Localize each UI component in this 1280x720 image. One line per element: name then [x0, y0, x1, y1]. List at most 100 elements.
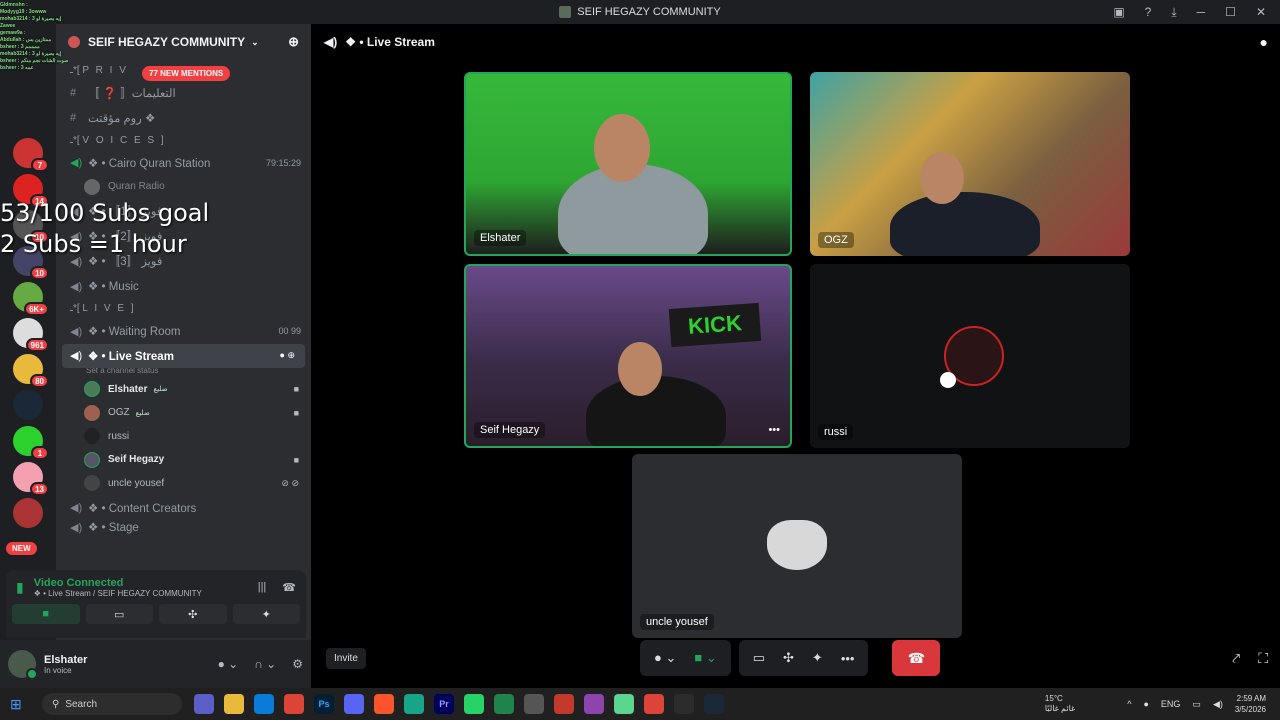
- more-options-icon[interactable]: •••: [768, 424, 780, 436]
- subs-goal-overlay: 53/100 Subs goal 2 Subs =1 hour: [0, 198, 209, 260]
- volume-icon[interactable]: ◀): [1213, 699, 1223, 710]
- steam-icon[interactable]: [704, 694, 724, 714]
- unread-badge: 10: [30, 266, 49, 280]
- voice-status[interactable]: Video Connected: [34, 577, 202, 589]
- inbox-icon[interactable]: ▣: [1113, 5, 1124, 19]
- app-icon[interactable]: [554, 694, 574, 714]
- guild-header[interactable]: SEIF HEGAZY COMMUNITY ⌄ ⊕: [56, 24, 311, 60]
- chat-icon[interactable]: ●: [1260, 34, 1268, 50]
- call-controls: ● ⌄ ■ ⌄ ▭ ✣ ✦ ••• ☎: [640, 640, 941, 676]
- fullscreen-icon[interactable]: ⛶: [1258, 650, 1268, 667]
- channel-music[interactable]: ◀) ❖ • Music: [56, 274, 311, 299]
- maximize-icon[interactable]: ☐: [1225, 5, 1236, 19]
- server-icon[interactable]: 7: [13, 138, 49, 172]
- steam-server-icon[interactable]: [13, 390, 43, 420]
- disconnect-icon[interactable]: ☎: [282, 581, 296, 594]
- language-indicator[interactable]: ENG: [1161, 699, 1181, 709]
- screen-share-button[interactable]: ▭: [85, 604, 153, 624]
- chat-icon[interactable]: ● ⊕: [280, 350, 295, 361]
- soundboard-icon[interactable]: |||: [258, 581, 267, 594]
- premiere-icon[interactable]: Pr: [434, 694, 454, 714]
- add-member-icon[interactable]: ⊕: [288, 34, 299, 50]
- whatsapp-icon[interactable]: [464, 694, 484, 714]
- server-icon[interactable]: 13: [13, 462, 49, 496]
- activities-icon[interactable]: ✣: [783, 650, 794, 666]
- chrome-icon[interactable]: [644, 694, 664, 714]
- minimize-icon[interactable]: ─: [1197, 5, 1206, 19]
- unread-badge: 1: [31, 446, 49, 460]
- video-tile[interactable]: russi: [810, 264, 1130, 448]
- microphone-icon[interactable]: ●: [1143, 699, 1148, 709]
- video-tile[interactable]: Elshater: [464, 72, 792, 256]
- edge-icon[interactable]: [254, 694, 274, 714]
- windows-start-icon[interactable]: ⊞: [10, 696, 30, 713]
- server-icon[interactable]: [13, 498, 43, 528]
- download-icon[interactable]: ⤓: [1171, 5, 1176, 20]
- epic-games-icon[interactable]: [674, 694, 694, 714]
- settings-icon[interactable]: [524, 694, 544, 714]
- brave-icon[interactable]: [374, 694, 394, 714]
- new-server-pill[interactable]: NEW: [6, 542, 37, 555]
- minecraft-icon[interactable]: [614, 694, 634, 714]
- folder-icon[interactable]: [224, 694, 244, 714]
- channel-instructions[interactable]: # 〚 ❓ 〛التعليمات: [56, 80, 311, 105]
- app-icon[interactable]: [584, 694, 604, 714]
- screen-share-icon[interactable]: ▭: [753, 650, 765, 666]
- microphone-icon[interactable]: ● ⌄: [654, 650, 676, 666]
- video-tile[interactable]: OGZ: [810, 72, 1130, 256]
- mic-camera-group: ● ⌄ ■ ⌄: [640, 640, 731, 676]
- voice-member[interactable]: uncle yousef ⊘ ⊘: [56, 472, 311, 496]
- voice-member[interactable]: Elshater ضليع ■: [56, 378, 311, 402]
- activities-button[interactable]: ✣: [159, 604, 227, 624]
- photoshop-icon[interactable]: Ps: [314, 694, 334, 714]
- microphone-icon[interactable]: ● ⌄: [218, 657, 239, 671]
- app-icon[interactable]: [494, 694, 514, 714]
- soundboard-button[interactable]: ✦: [232, 604, 300, 624]
- app-icon[interactable]: [404, 694, 424, 714]
- weather-widget[interactable]: 15°C غائم غالبًا: [1045, 694, 1075, 714]
- help-icon[interactable]: ?: [1145, 5, 1152, 19]
- more-options-icon[interactable]: •••: [841, 651, 855, 666]
- signal-icon[interactable]: ▮: [16, 579, 24, 596]
- invite-button[interactable]: Invite: [326, 648, 366, 669]
- discord-icon[interactable]: [344, 694, 364, 714]
- disconnect-button[interactable]: ☎: [892, 640, 941, 676]
- new-mentions-pill[interactable]: 77 NEW MENTIONS: [142, 66, 231, 81]
- category-live[interactable]: ـ*[ L I V E ]: [56, 299, 311, 319]
- close-icon[interactable]: ✕: [1256, 5, 1266, 19]
- server-icon[interactable]: 1: [13, 426, 49, 460]
- clock[interactable]: 2:59 AM 3/5/2026: [1235, 693, 1266, 715]
- teams-icon[interactable]: [194, 694, 214, 714]
- channel-temp-room[interactable]: # روم مؤقتت ❖: [56, 105, 311, 130]
- network-icon[interactable]: ▭: [1192, 699, 1201, 710]
- channel-cairo-quran[interactable]: ◀) ❖ • Cairo Quran Station 79:15:29: [56, 150, 311, 175]
- avatar[interactable]: [8, 650, 38, 680]
- camera-icon[interactable]: ■ ⌄: [694, 650, 716, 666]
- headphones-icon[interactable]: ∩ ⌄: [254, 657, 276, 671]
- voice-member[interactable]: Seif Hegazy ■: [56, 448, 311, 472]
- voice-member[interactable]: OGZ ضليع ■: [56, 401, 311, 425]
- soundboard-icon[interactable]: ✦: [812, 650, 823, 666]
- category-voices[interactable]: ـ*[ V O I C E S ]: [56, 130, 311, 150]
- chevron-up-icon[interactable]: ^: [1127, 699, 1131, 709]
- channel-stage[interactable]: ◀) ❖ • Stage: [56, 520, 311, 535]
- search-box[interactable]: ⚲ Search: [42, 693, 182, 715]
- server-icon[interactable]: 961: [13, 318, 49, 352]
- settings-icon[interactable]: ⚙: [292, 657, 303, 671]
- video-tile[interactable]: uncle yousef: [632, 454, 962, 638]
- server-icon[interactable]: 80: [13, 354, 49, 388]
- speaker-icon: ◀): [324, 35, 338, 49]
- weather-desc: غائم غالبًا: [1044, 704, 1076, 713]
- channel-waiting-room[interactable]: ◀) ❖ • Waiting Room 00 99: [56, 319, 311, 344]
- voice-member[interactable]: Quran Radio: [56, 175, 311, 199]
- chrome-icon[interactable]: [284, 694, 304, 714]
- pop-out-icon[interactable]: ⤤: [1232, 650, 1240, 667]
- channel-content-creators[interactable]: ◀) ❖ • Content Creators: [56, 495, 311, 520]
- user-name[interactable]: Elshater: [44, 654, 87, 666]
- camera-button[interactable]: ■: [12, 604, 80, 624]
- video-tile[interactable]: KICK Seif Hegazy •••: [464, 264, 792, 448]
- voice-location[interactable]: ❖ • Live Stream / SEIF HEGAZY COMMUNITY: [34, 589, 202, 598]
- voice-member[interactable]: russi: [56, 425, 311, 449]
- server-icon[interactable]: 6K+: [13, 282, 49, 316]
- channel-live-stream[interactable]: ◀) ❖ • Live Stream ● ⊕: [62, 343, 305, 368]
